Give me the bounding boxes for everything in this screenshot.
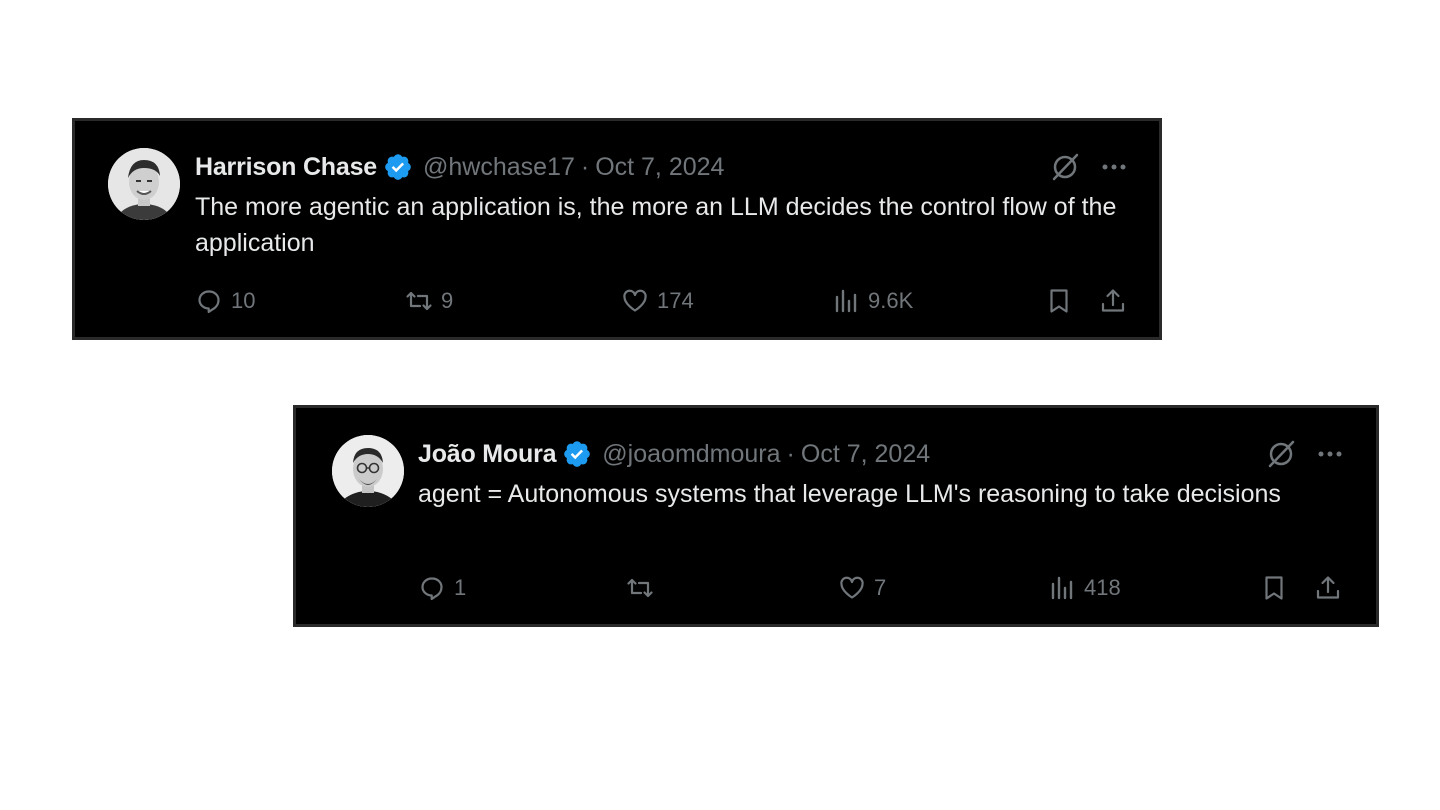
view-count: 418 xyxy=(1084,575,1121,600)
reply-count: 1 xyxy=(454,575,467,600)
repost-count: 9 xyxy=(441,288,454,313)
view-count: 9.6K xyxy=(868,288,914,313)
post-date[interactable]: Oct 7, 2024 xyxy=(801,440,930,469)
post-date[interactable]: Oct 7, 2024 xyxy=(595,153,724,182)
reply-button[interactable]: 10 xyxy=(195,283,255,319)
author-handle[interactable]: @hwchase17 xyxy=(423,153,575,182)
bookmark-icon xyxy=(1265,576,1283,600)
bookmark-icon xyxy=(1050,289,1068,313)
author-handle[interactable]: @joaomdmoura xyxy=(602,440,780,469)
separator-dot: · xyxy=(580,152,590,181)
bookmark-button[interactable] xyxy=(1260,570,1288,606)
reply-count: 10 xyxy=(231,288,256,313)
more-options-icon[interactable] xyxy=(1099,151,1129,183)
avatar[interactable] xyxy=(332,435,404,507)
tweet-text: The more agentic an application is, the … xyxy=(195,193,1117,257)
grok-icon[interactable] xyxy=(1049,151,1081,183)
tweet-header: João Moura @joaomdmoura · Oct 7, 2024 xyxy=(418,436,930,472)
avatar[interactable] xyxy=(108,148,180,220)
author-name[interactable]: Harrison Chase xyxy=(195,153,377,182)
share-button[interactable] xyxy=(1314,570,1342,606)
tweet-card[interactable]: Harrison Chase @hwchase17 · Oct 7, 2024 … xyxy=(72,118,1162,340)
share-icon xyxy=(1316,576,1340,599)
repost-icon xyxy=(627,578,653,598)
more-options-icon[interactable] xyxy=(1315,438,1345,470)
repost-icon xyxy=(406,291,432,311)
grok-icon[interactable] xyxy=(1265,438,1297,470)
reply-icon xyxy=(198,290,220,314)
reply-icon xyxy=(421,577,443,601)
action-bar: 10 9 174 9.6K xyxy=(195,283,1135,319)
tweet-text: agent = Autonomous systems that leverage… xyxy=(418,480,1281,508)
heart-icon xyxy=(623,289,647,312)
like-count: 7 xyxy=(874,575,887,600)
bookmark-button[interactable] xyxy=(1045,283,1073,319)
repost-button[interactable] xyxy=(626,570,654,606)
separator-dot: · xyxy=(786,439,795,468)
like-button[interactable]: 7 xyxy=(838,570,886,606)
author-name[interactable]: João Moura xyxy=(418,440,556,469)
tweet-header: Harrison Chase @hwchase17 · Oct 7, 2024 xyxy=(195,149,724,185)
views-button[interactable]: 418 xyxy=(1048,570,1121,606)
heart-icon xyxy=(840,576,864,599)
share-icon xyxy=(1101,289,1125,312)
views-chart-icon xyxy=(835,289,857,313)
reply-button[interactable]: 1 xyxy=(418,570,466,606)
action-bar: 1 7 418 xyxy=(418,570,1358,606)
verified-badge-icon[interactable] xyxy=(562,439,592,469)
like-button[interactable]: 174 xyxy=(621,283,694,319)
verified-badge-icon[interactable] xyxy=(383,152,413,182)
repost-button[interactable]: 9 xyxy=(405,283,453,319)
like-count: 174 xyxy=(657,288,694,313)
views-button[interactable]: 9.6K xyxy=(832,283,913,319)
views-chart-icon xyxy=(1051,576,1073,600)
tweet-card[interactable]: João Moura @joaomdmoura · Oct 7, 2024 ag… xyxy=(293,405,1379,627)
share-button[interactable] xyxy=(1099,283,1127,319)
